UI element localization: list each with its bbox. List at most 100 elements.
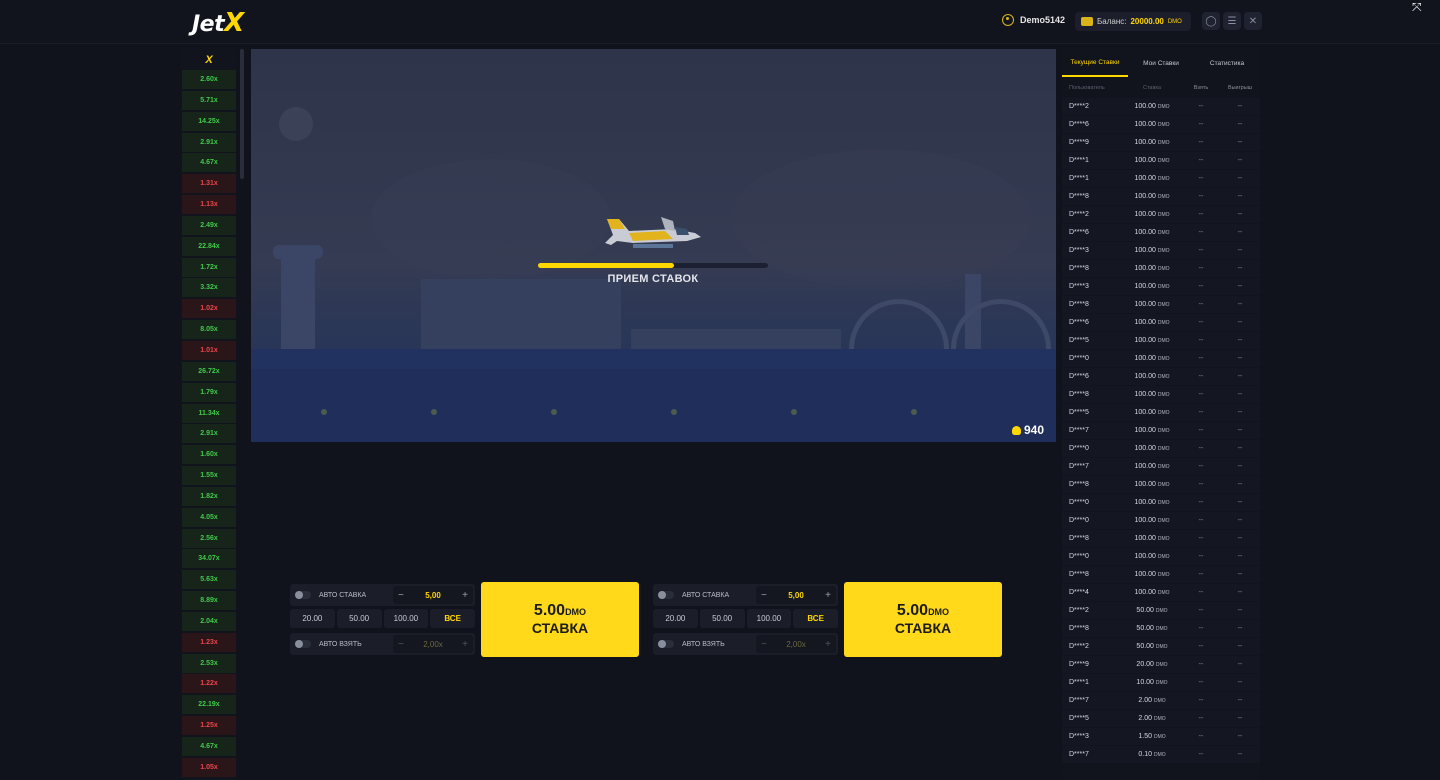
decrease-cashout-button[interactable]: − — [761, 639, 767, 650]
bets-panel: Текущие Ставки Мои Ставки Статистика Пол… — [1062, 49, 1260, 780]
bet-win: -- — [1237, 247, 1243, 254]
bet-cashout: -- — [1198, 337, 1204, 344]
bet-user: D****7 — [1069, 427, 1089, 434]
history-header: X — [205, 53, 213, 66]
bet-currency: DMO — [1157, 122, 1170, 128]
history-item: 4.67x — [182, 153, 236, 173]
bet-amount: 100.00 DMO — [1122, 319, 1182, 326]
bet-amount-value: 100.00 — [1134, 391, 1156, 398]
bet-user: D****6 — [1069, 373, 1089, 380]
col-win: Выигрыш — [1227, 84, 1253, 91]
bet-amount-stepper[interactable]: − 5,00 + — [393, 586, 473, 604]
bet-user: D****0 — [1069, 355, 1089, 362]
table-row: D****7 2.00 DMO -- -- — [1062, 692, 1260, 709]
table-row: D****3 100.00 DMO -- -- — [1062, 242, 1260, 259]
history-item: 4.05x — [182, 507, 236, 527]
quick-bet-20[interactable]: 20.00 — [653, 609, 698, 628]
bet-amount: 100.00 DMO — [1122, 193, 1182, 200]
bet-cashout: -- — [1198, 391, 1204, 398]
auto-bet-toggle[interactable] — [658, 591, 674, 599]
bet-user: D****8 — [1069, 301, 1089, 308]
history-list: 2.60x 5.71x 14.25x 2.91x 4.67x 1.31x 1.13x 2.49… — [181, 70, 237, 777]
increase-bet-button[interactable]: + — [825, 590, 831, 601]
bet-currency: DMO — [1157, 374, 1170, 380]
tab-statistics[interactable]: Статистика — [1194, 49, 1260, 77]
bet-user: D****8 — [1069, 625, 1089, 632]
bet-amount: 100.00 DMO — [1122, 121, 1182, 128]
menu-button[interactable]: ☰ — [1223, 12, 1241, 30]
quick-bet-all[interactable]: ВСЕ — [430, 609, 475, 628]
auto-cashout-toggle[interactable] — [295, 640, 311, 648]
place-bet-button[interactable]: 5.00DMO СТАВКА — [481, 582, 639, 657]
bet-amount-value[interactable]: 5,00 — [788, 591, 804, 600]
cashout-stepper[interactable]: − 2,00x + — [393, 635, 473, 653]
quick-bet-100[interactable]: 100.00 — [383, 609, 429, 628]
close-button[interactable]: ✕ — [1244, 12, 1262, 30]
progress-fill — [538, 263, 674, 268]
quick-bet-100[interactable]: 100.00 — [746, 609, 792, 628]
bet-amount-value: 100.00 — [1134, 319, 1156, 326]
quick-bet-50[interactable]: 50.00 — [336, 609, 382, 628]
fullscreen-icon[interactable]: ⤧ — [1412, 0, 1428, 14]
chat-button[interactable]: ◯ — [1202, 12, 1220, 30]
bet-amount-value[interactable]: 5,00 — [425, 591, 441, 600]
bet-user: D****4 — [1069, 589, 1089, 596]
quick-bet-50[interactable]: 50.00 — [699, 609, 745, 628]
cashout-stepper[interactable]: − 2,00x + — [756, 635, 836, 653]
quick-bet-all[interactable]: ВСЕ — [793, 609, 838, 628]
history-item: 2.04x — [182, 611, 236, 631]
decrease-bet-button[interactable]: − — [398, 590, 404, 601]
bet-amount: 100.00 DMO — [1122, 445, 1182, 452]
bet-amount-value: 100.00 — [1134, 247, 1156, 254]
auto-cashout-toggle[interactable] — [658, 640, 674, 648]
bet-user: D****0 — [1069, 553, 1089, 560]
bet-win: -- — [1237, 355, 1243, 362]
quick-bet-buttons: 20.00 50.00 100.00 ВСЕ — [290, 609, 475, 628]
history-item: 2.91x — [182, 132, 236, 152]
bet-cashout: -- — [1198, 283, 1204, 290]
bet-currency: DMO — [1155, 644, 1168, 650]
decrease-cashout-button[interactable]: − — [398, 639, 404, 650]
bet-cashout: -- — [1198, 175, 1204, 182]
bet-user: D****2 — [1069, 607, 1089, 614]
history-scrollbar[interactable] — [240, 49, 244, 179]
bet-win: -- — [1237, 121, 1243, 128]
history-item: 1.13x — [182, 195, 236, 215]
bets-tabs: Текущие Ставки Мои Ставки Статистика — [1062, 49, 1260, 77]
bet-amount-stepper[interactable]: − 5,00 + — [756, 586, 836, 604]
increase-cashout-button[interactable]: + — [462, 639, 468, 650]
bet-cashout: -- — [1198, 751, 1204, 758]
quick-bet-20[interactable]: 20.00 — [290, 609, 335, 628]
bet-currency: DMO — [1157, 212, 1170, 218]
tab-current-bets[interactable]: Текущие Ставки — [1062, 49, 1128, 77]
bet-amount-value: 50.00 — [1136, 625, 1154, 632]
history-item: 5.71x — [182, 90, 236, 110]
bet-currency: DMO — [1157, 464, 1170, 470]
table-row: D****8 100.00 DMO -- -- — [1062, 530, 1260, 547]
decrease-bet-button[interactable]: − — [761, 590, 767, 601]
bet-amount-value: 50.00 — [1136, 607, 1154, 614]
table-row: D****2 100.00 DMO -- -- — [1062, 206, 1260, 223]
auto-bet-toggle[interactable] — [295, 591, 311, 599]
bet-win: -- — [1237, 535, 1243, 542]
bet-amount: 50.00 DMO — [1122, 607, 1182, 614]
bet-button-amount: 5.00DMO — [897, 603, 949, 620]
cashout-value[interactable]: 2,00x — [786, 640, 806, 649]
bet-win: -- — [1237, 301, 1243, 308]
bet-currency: DMO — [1157, 176, 1170, 182]
bet-cashout: -- — [1198, 265, 1204, 272]
user-info[interactable]: Demo5142 — [1002, 14, 1065, 26]
bet-win: -- — [1237, 175, 1243, 182]
col-cashout: Взять — [1193, 84, 1209, 91]
bet-currency: DMO — [1157, 248, 1170, 254]
table-row: D****3 1.50 DMO -- -- — [1062, 728, 1260, 745]
table-row: D****6 100.00 DMO -- -- — [1062, 116, 1260, 133]
cashout-value[interactable]: 2,00x — [423, 640, 443, 649]
increase-bet-button[interactable]: + — [462, 590, 468, 601]
increase-cashout-button[interactable]: + — [825, 639, 831, 650]
bet-amount: 100.00 DMO — [1122, 535, 1182, 542]
bet-user: D****2 — [1069, 103, 1089, 110]
tab-my-bets[interactable]: Мои Ставки — [1128, 49, 1194, 77]
place-bet-button[interactable]: 5.00DMO СТАВКА — [844, 582, 1002, 657]
bet-win: -- — [1237, 589, 1243, 596]
